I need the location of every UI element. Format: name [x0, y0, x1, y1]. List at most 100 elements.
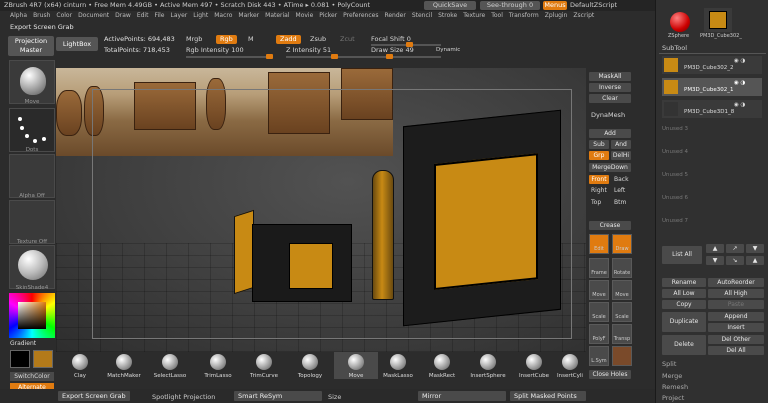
trimcurve-brush[interactable]: TrimCurve: [242, 352, 286, 379]
cube-tool-icon[interactable]: [704, 8, 732, 32]
project-section[interactable]: Project: [662, 394, 684, 402]
draw-size-track[interactable]: [371, 56, 441, 58]
projection-master-button[interactable]: Projection Master: [8, 36, 54, 56]
duplicate-button[interactable]: Duplicate: [662, 312, 706, 332]
paste-button[interactable]: Paste: [708, 300, 764, 309]
mrgb-button[interactable]: Mrgb: [186, 35, 202, 43]
del-other-button[interactable]: Del Other: [708, 335, 764, 344]
mirror-button[interactable]: Mirror: [418, 391, 506, 401]
arrow-down-left-icon[interactable]: ↘: [726, 256, 744, 265]
menu-file[interactable]: File: [154, 12, 164, 19]
append-button[interactable]: Append: [708, 312, 764, 321]
lightbox-button[interactable]: LightBox: [56, 37, 98, 51]
visibility-eye-icon[interactable]: ◉ ◑: [734, 58, 745, 64]
clay-brush[interactable]: Clay: [58, 352, 102, 379]
subtool-item[interactable]: PM3D_Cube302_2 ◉ ◑: [662, 56, 762, 74]
back-button[interactable]: Back: [614, 176, 629, 183]
insertcube-brush[interactable]: InsertCube: [512, 352, 556, 379]
topology-brush[interactable]: Topology: [288, 352, 332, 379]
all-high-button[interactable]: All High: [708, 289, 764, 298]
zsub-button[interactable]: Zsub: [310, 35, 326, 43]
menu-tool[interactable]: Tool: [491, 12, 503, 19]
split-section[interactable]: Split: [662, 360, 676, 368]
size-slider[interactable]: Size: [328, 393, 341, 401]
delete-button[interactable]: Delete: [662, 335, 706, 355]
inverse-button[interactable]: Inverse: [589, 83, 631, 92]
draw-size-slider[interactable]: Draw Size 49: [371, 46, 414, 54]
arrow-down-right-icon[interactable]: ▼: [746, 244, 764, 253]
insertcyli-brush[interactable]: InsertCyli: [554, 352, 586, 379]
stroke-thumbnail[interactable]: [9, 108, 55, 152]
clear-button[interactable]: Clear: [589, 94, 631, 103]
menu-document[interactable]: Document: [78, 12, 109, 19]
insert-button[interactable]: Insert: [708, 323, 764, 332]
rgb-button[interactable]: Rgb: [216, 35, 237, 44]
arrow-down-icon[interactable]: ▼: [706, 256, 724, 265]
m-button[interactable]: M: [248, 35, 254, 43]
masklasso-brush[interactable]: MaskLasso: [376, 352, 420, 379]
menu-layer[interactable]: Layer: [171, 12, 188, 19]
focal-shift-slider[interactable]: Focal Shift 0: [371, 35, 411, 43]
trimlasso-brush[interactable]: TrimLasso: [196, 352, 240, 379]
dynamesh-label[interactable]: DynaMesh: [591, 111, 625, 119]
and-button[interactable]: And: [611, 140, 631, 149]
export-screen-grab-button[interactable]: Export Screen Grab: [58, 391, 130, 401]
menu-texture[interactable]: Texture: [463, 12, 485, 19]
gradient-label[interactable]: Gradient: [10, 340, 36, 347]
switch-color-button[interactable]: SwitchColor: [10, 372, 54, 381]
color-picker[interactable]: [9, 293, 55, 338]
menu-marker[interactable]: Marker: [238, 12, 259, 19]
del-all-button[interactable]: Del All: [708, 346, 764, 355]
maskall-button[interactable]: MaskAll: [589, 72, 631, 81]
selectlasso-brush[interactable]: SelectLasso: [148, 352, 192, 379]
brush-thumbnail[interactable]: [9, 60, 55, 104]
material-thumbnail[interactable]: [9, 245, 55, 289]
menu-edit[interactable]: Edit: [137, 12, 149, 19]
btm-button[interactable]: Btm: [614, 199, 626, 206]
remesh-section[interactable]: Remesh: [662, 383, 688, 391]
menu-color[interactable]: Color: [56, 12, 72, 19]
zcut-button[interactable]: Zcut: [340, 35, 355, 43]
arrow-up-right-icon[interactable]: ↗: [726, 244, 744, 253]
secondary-color-swatch[interactable]: [33, 350, 53, 368]
delhi-button[interactable]: DelHi: [611, 151, 631, 160]
menu-picker[interactable]: Picker: [319, 12, 337, 19]
menu-zscript[interactable]: Zscript: [573, 12, 594, 19]
dynamic-button[interactable]: Dynamic: [436, 47, 460, 53]
alpha-thumbnail[interactable]: [9, 154, 55, 198]
rgb-intensity-knob[interactable]: [266, 54, 273, 59]
default-zscript-button[interactable]: DefaultZScript: [570, 1, 617, 9]
menu-macro[interactable]: Macro: [214, 12, 232, 19]
subtool-header[interactable]: SubTool: [662, 44, 687, 52]
smart-resym-button[interactable]: Smart ReSym: [234, 391, 322, 401]
menu-render[interactable]: Render: [384, 12, 405, 19]
canvas-viewport[interactable]: [56, 68, 586, 352]
split-masked-points-button[interactable]: Split Masked Points: [510, 391, 586, 401]
menu-alpha[interactable]: Alpha: [10, 12, 27, 19]
draw-size-knob[interactable]: [386, 54, 393, 59]
add-button[interactable]: Add: [589, 129, 631, 138]
matchmaker-brush[interactable]: MatchMaker: [102, 352, 146, 379]
subtool-item[interactable]: PM3D_Cube3D1_8 ◉ ◑: [662, 100, 762, 118]
saturation-square[interactable]: [18, 302, 46, 329]
rgb-intensity-slider[interactable]: Rgb Intensity 100: [186, 46, 244, 54]
texture-thumbnail[interactable]: [9, 200, 55, 244]
zadd-button[interactable]: Zadd: [276, 35, 301, 44]
menu-stencil[interactable]: Stencil: [412, 12, 432, 19]
autoreorder-button[interactable]: AutoReorder: [708, 278, 764, 287]
merge-section[interactable]: Merge: [662, 372, 682, 380]
left-button[interactable]: Left: [614, 187, 625, 194]
export-screen-grab-label[interactable]: Export Screen Grab: [10, 23, 74, 31]
material-swatch-icon[interactable]: [612, 346, 632, 366]
rename-button[interactable]: Rename: [662, 278, 706, 287]
mergedown-button[interactable]: MergeDown: [589, 163, 631, 172]
menu-transform[interactable]: Transform: [509, 12, 539, 19]
all-low-button[interactable]: All Low: [662, 289, 706, 298]
visibility-eye-icon[interactable]: ◉ ◑: [734, 102, 745, 108]
z-intensity-slider[interactable]: Z Intensity 51: [286, 46, 331, 54]
sub-button[interactable]: Sub: [589, 140, 609, 149]
move-brush[interactable]: Move: [334, 352, 378, 379]
menu-light[interactable]: Light: [193, 12, 208, 19]
visibility-eye-icon[interactable]: ◉ ◑: [734, 80, 745, 86]
zsphere-icon[interactable]: [670, 12, 690, 32]
